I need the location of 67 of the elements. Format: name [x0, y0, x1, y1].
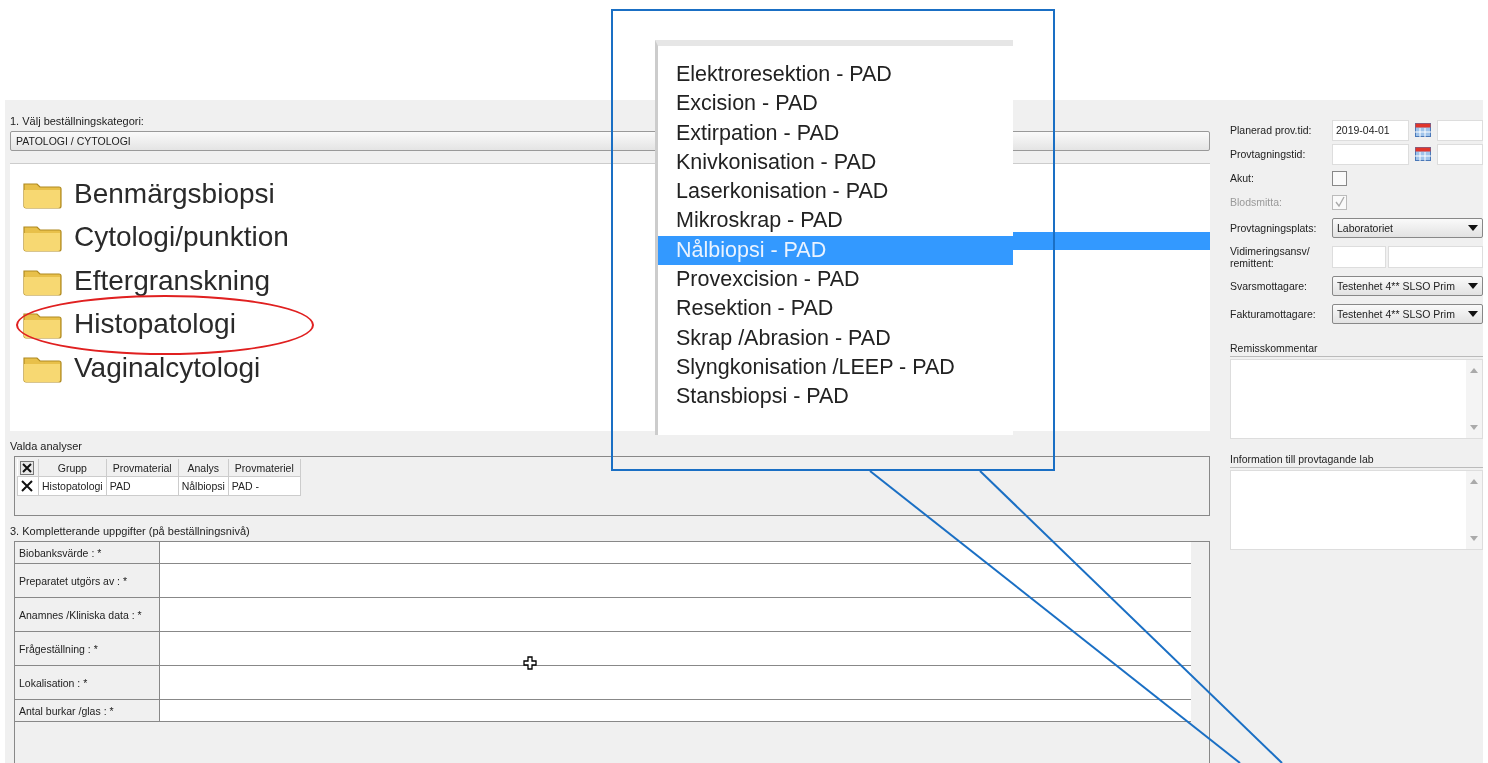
- calendar-icon[interactable]: [1415, 123, 1431, 137]
- date-field[interactable]: 2019-04-01: [1332, 119, 1409, 141]
- analysis-item[interactable]: Excision - PAD: [658, 89, 1013, 119]
- field-label: Provtagningstid:: [1230, 148, 1307, 160]
- field-label: Akut:: [1230, 172, 1255, 184]
- column-header: Provmateriel: [228, 459, 301, 477]
- caret-icon: [1468, 283, 1478, 289]
- input-field[interactable]: [160, 598, 1191, 631]
- time-field[interactable]: [1437, 143, 1483, 165]
- field-label: Provtagningsplats:: [1230, 222, 1318, 234]
- scroll-down-icon[interactable]: [1470, 536, 1478, 541]
- checkbox[interactable]: [1332, 170, 1347, 186]
- input-field[interactable]: [160, 542, 1191, 563]
- scroll-down-icon[interactable]: [1470, 425, 1478, 430]
- folder-item[interactable]: Benmärgsbiopsi: [22, 172, 275, 216]
- input-field[interactable]: [160, 666, 1191, 699]
- dropdown[interactable]: Testenhet 4** SLSO Prim: [1332, 276, 1483, 296]
- table-cell: Nålbiopsi: [178, 476, 229, 496]
- scroll-up-icon[interactable]: [1470, 479, 1478, 484]
- analysis-item[interactable]: Resektion - PAD: [658, 294, 1013, 324]
- field-label: Vidimeringsansv/ remittent:: [1230, 245, 1311, 269]
- category-label: 1. Välj beställningskategori:: [10, 114, 145, 128]
- column-header: Analys: [178, 459, 229, 477]
- field-label: Blodsmitta:: [1230, 196, 1283, 208]
- section-label: Valda analyser: [10, 439, 83, 453]
- table-cell: PAD -: [228, 476, 301, 496]
- analysis-item[interactable]: Elektroresektion - PAD: [658, 60, 1013, 90]
- field-label: Information till provtagande lab: [1230, 453, 1483, 468]
- analysis-item[interactable]: Laserkonisation - PAD: [658, 177, 1013, 207]
- analysis-item[interactable]: Mikroskrap - PAD: [658, 206, 1013, 236]
- input-field[interactable]: [160, 632, 1191, 665]
- text-area[interactable]: [1230, 470, 1483, 550]
- input-field[interactable]: [160, 564, 1191, 597]
- table-cell: Histopatologi: [38, 476, 107, 496]
- field-label: Svarsmottagare:: [1230, 280, 1309, 292]
- input-field[interactable]: [160, 700, 1191, 721]
- scrollbar[interactable]: [1466, 360, 1482, 438]
- field-label: Fakturamottagare:: [1230, 308, 1317, 320]
- scroll-up-icon[interactable]: [1470, 368, 1478, 373]
- dropdown[interactable]: Laboratoriet: [1332, 218, 1483, 238]
- analysis-item[interactable]: Provexcision - PAD: [658, 265, 1013, 295]
- column-header: Grupp: [38, 459, 107, 477]
- calendar-icon[interactable]: [1415, 147, 1431, 161]
- column-header: Provmaterial: [106, 459, 179, 477]
- field-label: Remisskommentar: [1230, 342, 1483, 357]
- field-label: Planerad prov.tid:: [1230, 124, 1313, 136]
- text-area[interactable]: [1230, 359, 1483, 439]
- remove-all-icon[interactable]: [19, 460, 34, 475]
- scrollbar[interactable]: [1466, 471, 1482, 549]
- remove-icon[interactable]: [20, 479, 34, 493]
- table-cell: PAD: [106, 476, 179, 496]
- folder-item[interactable]: Histopatologi: [22, 302, 236, 346]
- analysis-item[interactable]: Slyngkonisation /LEEP - PAD: [658, 352, 1013, 383]
- caret-icon: [1468, 311, 1478, 317]
- section-label: 3. Kompletterande uppgifter (på beställningsnivå): [10, 524, 251, 538]
- analysis-item[interactable]: Stansbiopsi - PAD: [658, 382, 1013, 412]
- input-field[interactable]: [1388, 246, 1483, 268]
- time-field[interactable]: [1437, 119, 1483, 141]
- dropdown[interactable]: Testenhet 4** SLSO Prim: [1332, 304, 1483, 324]
- folder-item[interactable]: Vaginalcytologi: [22, 346, 261, 390]
- cursor-icon: [523, 656, 537, 670]
- date-field[interactable]: [1332, 143, 1409, 165]
- input-field[interactable]: [1332, 246, 1386, 268]
- folder-item[interactable]: Eftergranskning: [22, 259, 271, 303]
- folder-item[interactable]: Cytologi/punktion: [22, 215, 289, 259]
- analysis-item[interactable]: Skrap /Abrasion - PAD: [658, 323, 1013, 353]
- caret-icon: [1468, 225, 1478, 231]
